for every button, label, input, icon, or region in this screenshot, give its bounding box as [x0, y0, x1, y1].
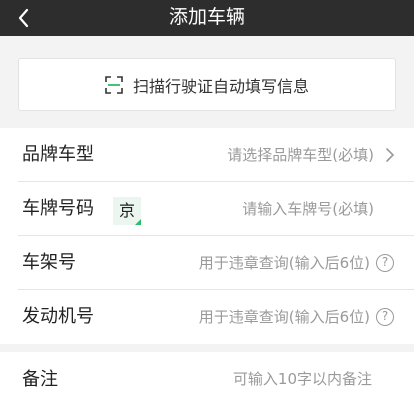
plate-row: 车牌号码 请输入车牌号(必填) [0, 182, 414, 236]
remark-row: 备注 可输入10字以内备注 [0, 352, 414, 407]
page-title: 添加车辆 [168, 6, 245, 28]
vin-label: 车架号 [22, 252, 76, 273]
chevron-right-icon [386, 148, 395, 162]
plate-prefix-label: 京 [118, 201, 135, 220]
question-circle-icon[interactable]: ? [376, 308, 394, 326]
brand-select[interactable]: 请选择品牌车型(必填) [227, 128, 374, 182]
vehicle-form: 品牌车型 请选择品牌车型(必填) 车牌号码 请输入车牌号(必填) 车架号 用于违… [0, 128, 414, 344]
plate-input[interactable]: 请输入车牌号(必填) [242, 182, 374, 236]
remark-input[interactable]: 可输入10字以内备注 [233, 352, 372, 407]
plate-label: 车牌号码 [22, 198, 94, 219]
engine-label: 发动机号 [22, 306, 94, 327]
section-gap [0, 344, 414, 352]
brand-row[interactable]: 品牌车型 请选择品牌车型(必填) [0, 128, 414, 182]
remark-label: 备注 [22, 369, 58, 390]
question-circle-icon[interactable]: ? [376, 254, 394, 272]
brand-label: 品牌车型 [22, 144, 94, 165]
vin-row: 车架号 用于违章查询(输入后6位) ? [0, 236, 414, 290]
vin-input[interactable]: 用于违章查询(输入后6位) [199, 236, 370, 290]
scan-label: 扫描行驶证自动填写信息 [132, 76, 309, 96]
scan-license-button[interactable]: 扫描行驶证自动填写信息 [18, 58, 396, 111]
corner-indicator-icon [135, 219, 141, 225]
scan-icon [105, 75, 123, 94]
engine-row: 发动机号 用于违章查询(输入后6位) ? [0, 290, 414, 344]
scan-section: 扫描行驶证自动填写信息 [0, 36, 414, 120]
engine-input[interactable]: 用于违章查询(输入后6位) [199, 290, 370, 344]
plate-prefix-selector[interactable]: 京 [113, 197, 141, 225]
app-header: 添加车辆 [0, 0, 414, 36]
